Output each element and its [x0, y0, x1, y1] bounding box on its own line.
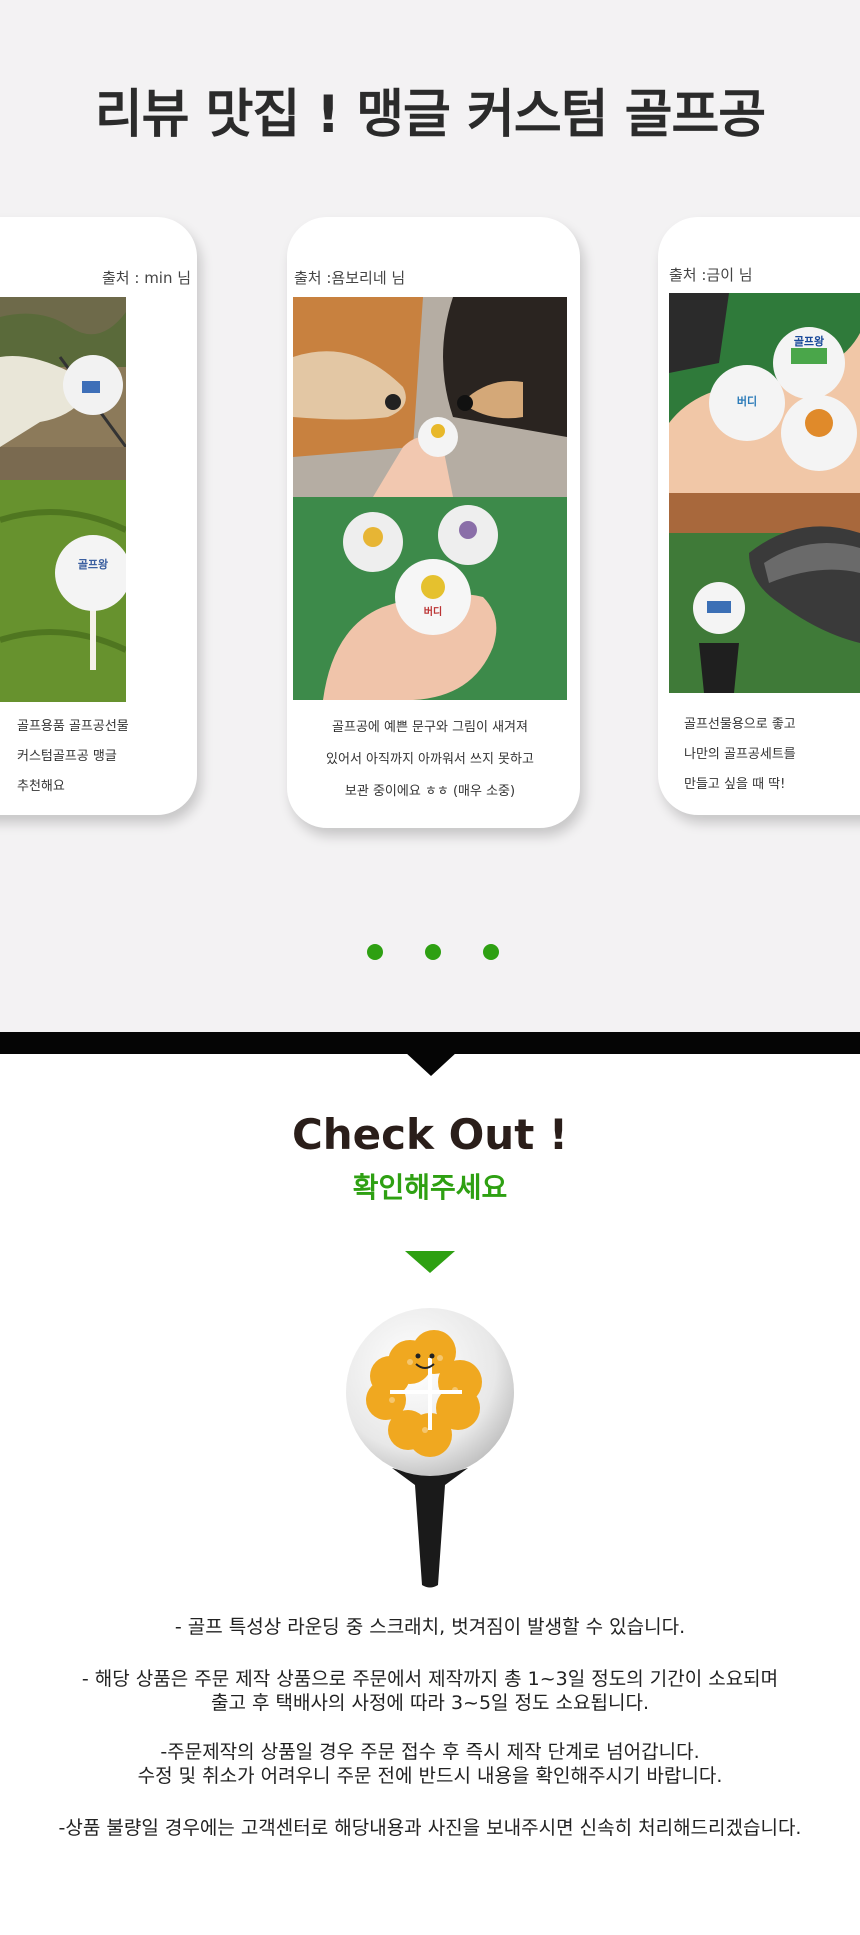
- review-photo-driver: [669, 493, 860, 693]
- review-text-line: 보관 중이에요 ㅎㅎ (매우 소중): [344, 784, 516, 799]
- notice-line: 출고 후 택배사의 사정에 따라 3~5일 정도 소요됩니다.: [210, 1692, 649, 1714]
- review-photo-smiley-balls: 버디: [293, 497, 567, 700]
- review-section: 리뷰 맛집 ! 맹글 커스텀 골프공 출처 : min 님 골프왕 골프용품 골…: [0, 0, 860, 1032]
- review-text-line: 골프공에 예쁜 문구와 그림이 새겨져: [332, 720, 528, 735]
- notice-production-time: - 해당 상품은 주문 제작 상품으로 주문에서 제작까지 총 1~3일 정도의…: [0, 1667, 860, 1715]
- review-text-line: 있어서 아직까지 아까워서 쓰지 못하고: [326, 752, 534, 767]
- review-photo-dogs: [293, 297, 567, 497]
- notice-defect: -상품 불량일 경우에는 고객센터로 해당내용과 사진을 보내주시면 신속히 처…: [0, 1816, 860, 1840]
- review-text-line: 추천해요: [17, 779, 65, 794]
- section-divider-bar: [0, 1032, 860, 1054]
- carousel-dot-1[interactable]: [367, 944, 383, 960]
- ball-label: 골프왕: [78, 557, 108, 571]
- review-text-line: 커스텀골프공 맹글: [17, 749, 117, 764]
- review-card-3[interactable]: 출처 :금이 님 골프왕 버디 골프선물용으로 좋고 나만의 골프공세트를 만들…: [658, 217, 860, 815]
- carousel-pagination: [0, 944, 860, 960]
- notice-line: -주문제작의 상품일 경우 주문 접수 후 즉시 제작 단계로 넘어갑니다.: [160, 1741, 700, 1763]
- golf-ball-on-tee-image: [346, 1308, 514, 1588]
- green-down-arrow-icon: [405, 1251, 455, 1273]
- review-photo-tee: 골프왕: [0, 480, 126, 702]
- check-out-title: Check Out !: [291, 1110, 569, 1159]
- review-photo-hand-balls: 골프왕 버디: [669, 293, 860, 493]
- carousel-dot-2[interactable]: [425, 944, 441, 960]
- review-text-line: 만들고 싶을 때 딱!: [684, 777, 786, 792]
- notice-order-change: -주문제작의 상품일 경우 주문 접수 후 즉시 제작 단계로 넘어갑니다. 수…: [0, 1740, 860, 1788]
- ball-label: 골프왕: [794, 334, 824, 348]
- review-text: 골프용품 골프공선물 커스텀골프공 맹글 추천해요: [17, 712, 129, 802]
- review-photo-hand: [0, 297, 126, 480]
- review-source: 출처 : min 님: [102, 269, 192, 287]
- carousel-dot-3[interactable]: [483, 944, 499, 960]
- notice-line: - 해당 상품은 주문 제작 상품으로 주문에서 제작까지 총 1~3일 정도의…: [81, 1668, 779, 1690]
- ball-label: 버디: [424, 605, 442, 618]
- review-source: 출처 :욤보리네 님: [294, 269, 406, 287]
- notice-line: 수정 및 취소가 어려우니 주문 전에 반드시 내용을 확인해주시기 바랍니다.: [137, 1765, 723, 1787]
- review-text-line: 골프선물용으로 좋고: [684, 717, 796, 732]
- review-card-2[interactable]: 출처 :욤보리네 님 버디 골프공에 예쁜 문구와 그림이 새겨져 있어서 아직…: [287, 217, 580, 828]
- check-out-subtitle: 확인해주세요: [352, 1171, 508, 1204]
- divider-down-arrow-icon: [405, 1052, 457, 1076]
- review-card-1[interactable]: 출처 : min 님 골프왕 골프용품 골프공선물 커스텀골프공 맹글 추천해요: [0, 217, 197, 815]
- review-source: 출처 :금이 님: [669, 266, 753, 284]
- review-text: 골프공에 예쁜 문구와 그림이 새겨져 있어서 아직까지 아까워서 쓰지 못하고…: [293, 712, 567, 808]
- notice-scratch: - 골프 특성상 라운딩 중 스크래치, 벗겨짐이 발생할 수 있습니다.: [0, 1615, 860, 1639]
- ball-label: 버디: [737, 394, 757, 408]
- review-section-title: 리뷰 맛집 ! 맹글 커스텀 골프공: [94, 85, 766, 145]
- notice-line: - 골프 특성상 라운딩 중 스크래치, 벗겨짐이 발생할 수 있습니다.: [174, 1616, 686, 1638]
- review-text-line: 나만의 골프공세트를: [684, 747, 796, 762]
- review-text-line: 골프용품 골프공선물: [17, 719, 129, 734]
- notice-line: -상품 불량일 경우에는 고객센터로 해당내용과 사진을 보내주시면 신속히 처…: [58, 1817, 802, 1839]
- review-text: 골프선물용으로 좋고 나만의 골프공세트를 만들고 싶을 때 딱!: [684, 710, 796, 800]
